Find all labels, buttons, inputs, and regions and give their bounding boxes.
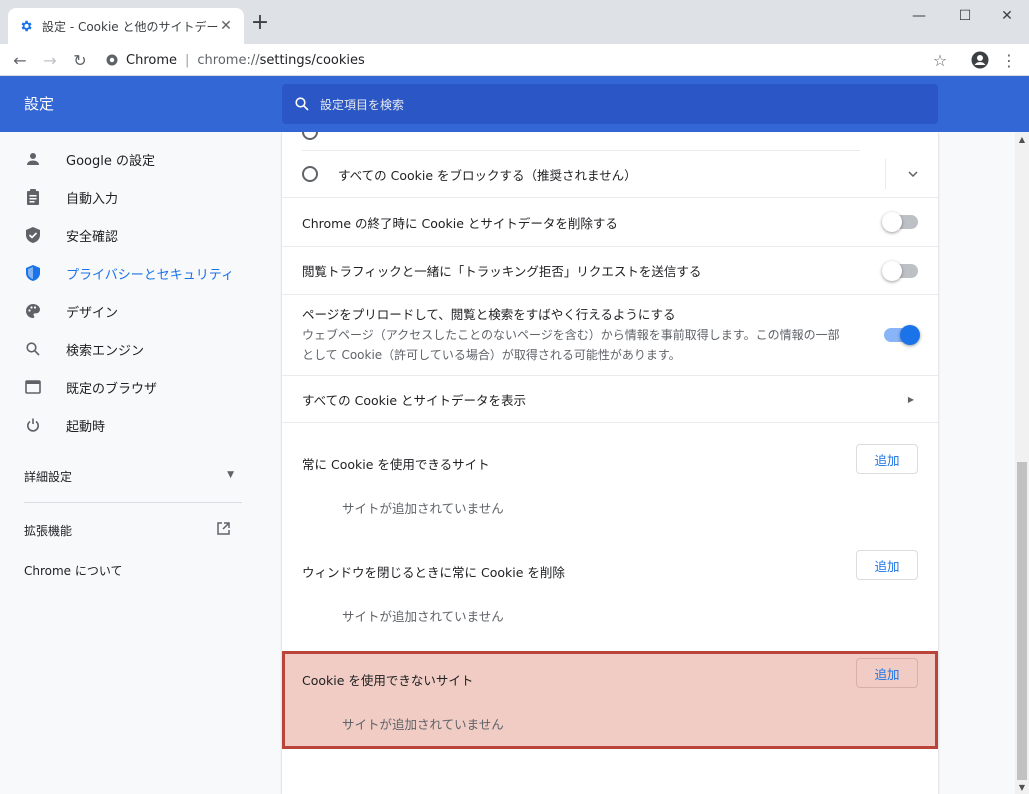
sidebar-item-privacy[interactable]: プライバシーとセキュリティ xyxy=(0,254,260,292)
cookie-settings-card: すべての Cookie をブロックする（推奨されません） Chrome の終了時… xyxy=(282,132,938,794)
new-tab-icon[interactable]: + xyxy=(250,12,270,34)
caret-down-icon: ▼ xyxy=(227,470,234,480)
clear-on-exit-row: Chrome の終了時に Cookie とサイトデータを削除する xyxy=(282,197,938,246)
block-all-cookies-option[interactable]: すべての Cookie をブロックする（推奨されません） xyxy=(282,151,938,197)
page-title: 設定 xyxy=(24,95,55,113)
settings-search-input[interactable]: 設定項目を検索 xyxy=(282,84,938,124)
sidebar-item-label: Google の設定 xyxy=(66,153,155,169)
scroll-up-arrow-icon[interactable]: ▲ xyxy=(1015,132,1029,146)
settings-sidebar: Google の設定 自動入力 安全確認 プライバシーとセキュリティ デザイン … xyxy=(0,132,260,794)
person-icon xyxy=(24,150,42,168)
maximize-icon[interactable]: ☐ xyxy=(943,0,987,32)
close-tab-icon[interactable]: ✕ xyxy=(218,18,234,34)
radio-partial[interactable] xyxy=(302,132,318,140)
sidebar-item-label: 既定のブラウザ xyxy=(66,381,158,397)
chrome-logo-icon xyxy=(104,52,120,68)
arrow-right-icon: ▶ xyxy=(907,394,914,404)
search-icon xyxy=(24,340,42,358)
sidebar-item-safety-check[interactable]: 安全確認 xyxy=(0,216,260,254)
sidebar-item-search-engine[interactable]: 検索エンジン xyxy=(0,330,260,368)
close-window-icon[interactable]: ✕ xyxy=(985,0,1029,32)
clear-on-close-add-button[interactable]: 追加 xyxy=(856,550,918,580)
browser-tab[interactable]: 設定 - Cookie と他のサイトデータ ✕ xyxy=(8,8,244,44)
settings-header: 設定 設定項目を検索 xyxy=(0,76,1029,132)
see-all-cookies-row[interactable]: すべての Cookie とサイトデータを表示 ▶ xyxy=(282,375,938,422)
radio-button[interactable] xyxy=(302,166,318,182)
clear-on-close-empty-text: サイトが追加されていません xyxy=(342,609,504,624)
preload-title: ページをプリロードして、閲覧と検索をすばやく行えるようにする xyxy=(302,307,676,322)
sidebar-item-google[interactable]: Google の設定 xyxy=(0,140,260,178)
url-path: settings/cookies xyxy=(259,52,365,68)
sidebar-extensions[interactable]: 拡張機能 xyxy=(24,522,230,539)
preload-text: ページをプリロードして、閲覧と検索をすばやく行えるようにする ウェブページ（アク… xyxy=(302,305,868,365)
clear-on-exit-label: Chrome の終了時に Cookie とサイトデータを削除する xyxy=(302,215,618,231)
preload-row: ページをプリロードして、閲覧と検索をすばやく行えるようにする ウェブページ（アク… xyxy=(282,294,938,375)
do-not-track-row: 閲覧トラフィックと一緒に「トラッキング拒否」リクエストを送信する xyxy=(282,246,938,294)
browser-toolbar: ← → ↻ Chrome | chrome://settings/cookies… xyxy=(0,44,1029,76)
url-scheme: chrome:// xyxy=(197,52,260,68)
browser-icon xyxy=(24,378,42,396)
allow-sites-heading: 常に Cookie を使用できるサイト xyxy=(302,457,490,472)
reload-icon[interactable]: ↻ xyxy=(70,50,90,70)
shield-check-icon xyxy=(24,226,42,244)
minimize-icon[interactable]: — xyxy=(897,0,941,32)
allow-empty-text: サイトが追加されていません xyxy=(342,501,504,516)
allow-add-button[interactable]: 追加 xyxy=(856,444,918,474)
sidebar-item-label: プライバシーとセキュリティ xyxy=(66,267,234,283)
block-empty-text: サイトが追加されていません xyxy=(342,717,504,732)
scrollbar-thumb[interactable] xyxy=(1017,462,1027,780)
chevron-down-icon[interactable] xyxy=(885,159,918,189)
sidebar-item-label: デザイン xyxy=(66,305,119,321)
clipboard-icon xyxy=(24,188,42,206)
block-all-label: すべての Cookie をブロックする（推奨されません） xyxy=(338,167,637,183)
scroll-down-arrow-icon[interactable]: ▼ xyxy=(1015,780,1029,794)
sidebar-item-default-browser[interactable]: 既定のブラウザ xyxy=(0,368,260,406)
shield-icon xyxy=(24,264,42,282)
omnibox-site-label: Chrome xyxy=(126,52,177,68)
tab-strip: 設定 - Cookie と他のサイトデータ ✕ + — ☐ ✕ xyxy=(0,0,1029,44)
sidebar-about-chrome[interactable]: Chrome について xyxy=(24,562,123,579)
toggle-knob xyxy=(882,212,902,232)
search-placeholder: 設定項目を検索 xyxy=(320,97,405,112)
sidebar-item-label: 検索エンジン xyxy=(66,343,145,359)
toggle-knob xyxy=(882,260,902,281)
preload-description-line1: ウェブページ（アクセスしたことのないページを含む）から情報を事前取得します。この… xyxy=(302,328,840,342)
block-sites-heading: Cookie を使用できないサイト xyxy=(302,673,474,688)
power-icon xyxy=(24,416,42,434)
sidebar-item-appearance[interactable]: デザイン xyxy=(0,292,260,330)
sidebar-advanced[interactable]: 詳細設定 ▼ xyxy=(24,468,234,485)
omnibox-separator: | xyxy=(185,52,190,68)
do-not-track-label: 閲覧トラフィックと一緒に「トラッキング拒否」リクエストを送信する xyxy=(302,264,702,279)
tab-title: 設定 - Cookie と他のサイトデータ xyxy=(42,19,218,34)
sidebar-item-on-startup[interactable]: 起動時 xyxy=(0,406,260,444)
open-external-icon xyxy=(217,522,230,539)
preload-toggle[interactable] xyxy=(884,325,920,345)
address-bar[interactable]: Chrome | chrome://settings/cookies xyxy=(104,47,964,73)
sidebar-advanced-label: 詳細設定 xyxy=(24,470,73,484)
palette-icon xyxy=(24,302,42,320)
preload-description-line2: として Cookie（許可している場合）が取得される可能性があります。 xyxy=(302,348,681,362)
sidebar-extensions-label: 拡張機能 xyxy=(24,524,73,538)
back-icon[interactable]: ← xyxy=(10,50,30,70)
clear-on-exit-toggle[interactable] xyxy=(882,212,918,232)
sidebar-item-label: 安全確認 xyxy=(66,229,119,245)
menu-kebab-icon[interactable]: ⋮ xyxy=(999,50,1019,70)
settings-gear-icon xyxy=(18,18,34,34)
toggle-knob xyxy=(900,325,920,345)
forward-icon[interactable]: → xyxy=(40,50,60,70)
divider xyxy=(282,422,938,423)
search-icon xyxy=(292,94,312,114)
bookmark-star-icon[interactable]: ☆ xyxy=(930,50,950,70)
sidebar-item-autofill[interactable]: 自動入力 xyxy=(0,178,260,216)
block-sites-highlight xyxy=(282,651,938,749)
clear-on-close-heading: ウィンドウを閉じるときに常に Cookie を削除 xyxy=(302,565,565,580)
sidebar-item-label: 起動時 xyxy=(66,419,106,435)
do-not-track-toggle[interactable] xyxy=(882,260,918,281)
sidebar-divider xyxy=(24,502,242,503)
see-all-cookies-label: すべての Cookie とサイトデータを表示 xyxy=(302,392,526,408)
sidebar-item-label: 自動入力 xyxy=(66,191,119,207)
account-icon[interactable] xyxy=(970,50,990,70)
block-add-button[interactable]: 追加 xyxy=(856,658,918,688)
